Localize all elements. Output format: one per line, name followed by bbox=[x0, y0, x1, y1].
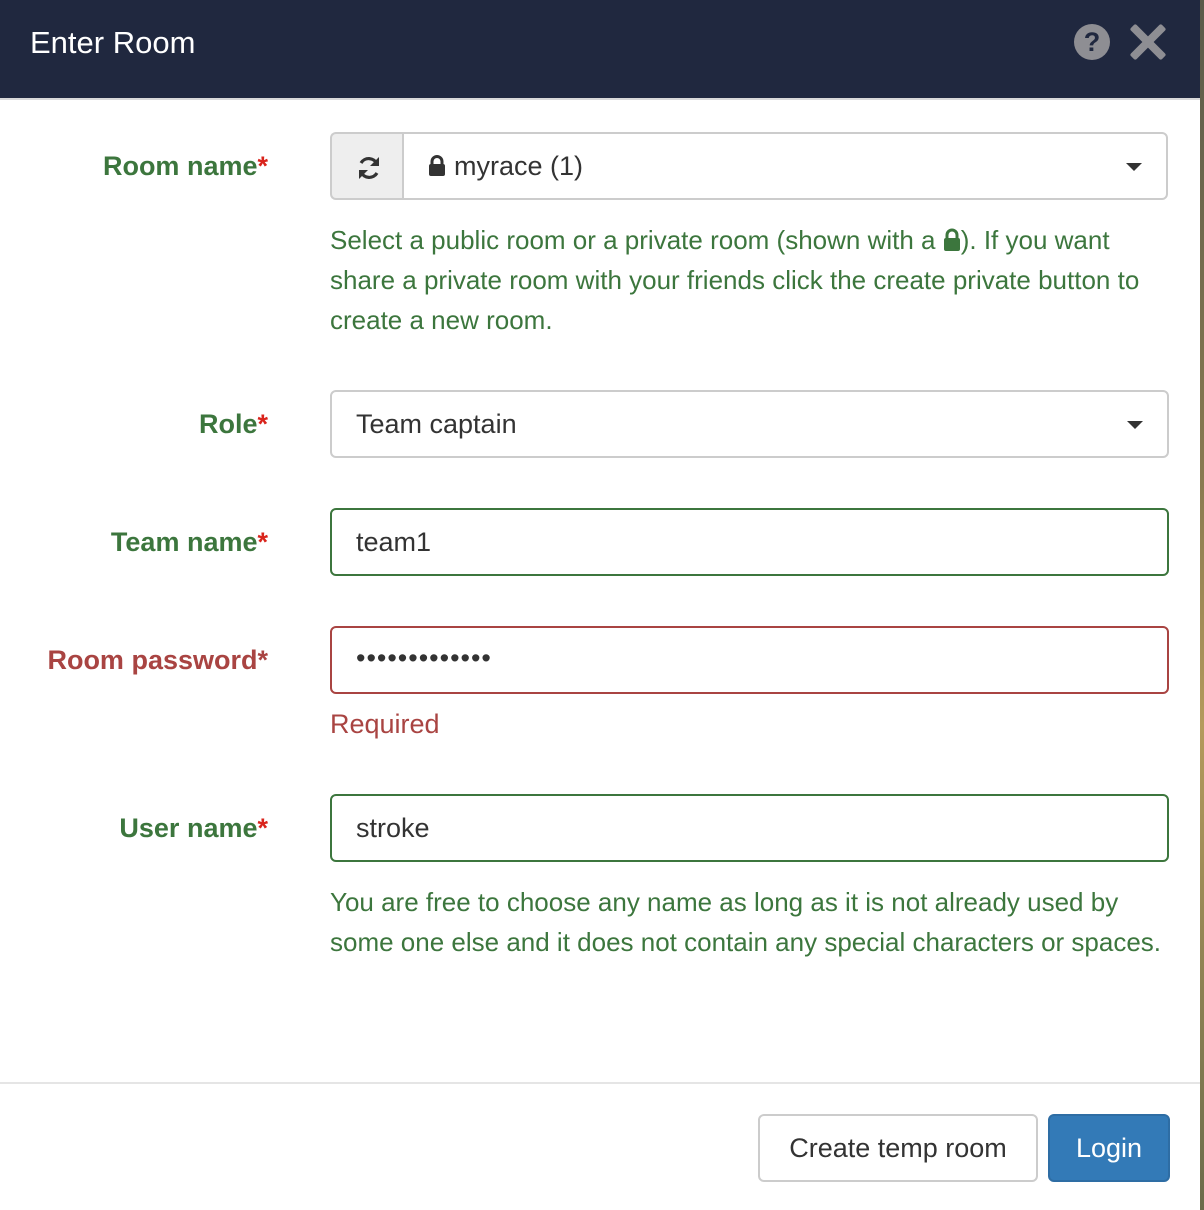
room-name-select[interactable]: myrace (1) bbox=[402, 132, 1168, 200]
user-name-input[interactable]: stroke bbox=[330, 794, 1169, 862]
lock-icon bbox=[943, 228, 960, 251]
user-name-value: stroke bbox=[356, 813, 430, 843]
room-password-error: Required bbox=[330, 709, 440, 739]
required-star: * bbox=[257, 527, 268, 557]
create-temp-room-button[interactable]: Create temp room bbox=[758, 1114, 1038, 1182]
user-name-label: User name* bbox=[119, 812, 268, 844]
lock-icon bbox=[429, 155, 445, 176]
room-name-input-group: myrace (1) bbox=[330, 132, 1168, 200]
enter-room-dialog: Enter Room ? Room name* myrace (1) Selec… bbox=[0, 0, 1200, 1210]
chevron-down-icon bbox=[1127, 421, 1143, 429]
user-name-help: You are free to choose any name as long … bbox=[330, 887, 1162, 957]
refresh-rooms-button[interactable] bbox=[330, 132, 404, 200]
chevron-down-icon bbox=[1126, 163, 1142, 171]
required-star: * bbox=[257, 409, 268, 439]
room-password-input[interactable]: ••••••••••••• bbox=[330, 626, 1169, 694]
role-selected: Team captain bbox=[356, 409, 517, 439]
role-label: Role* bbox=[199, 408, 268, 440]
dialog-header: Enter Room ? bbox=[0, 0, 1200, 100]
team-name-label-text: Team name bbox=[110, 527, 258, 557]
help-icon[interactable]: ? bbox=[1074, 24, 1110, 60]
login-button[interactable]: Login bbox=[1048, 1114, 1170, 1182]
required-star: * bbox=[257, 645, 268, 675]
team-name-label: Team name* bbox=[111, 526, 268, 558]
room-name-label-text: Room name bbox=[102, 151, 258, 181]
close-icon[interactable] bbox=[1128, 22, 1168, 62]
refresh-icon bbox=[359, 157, 379, 179]
role-select[interactable]: Team captain bbox=[330, 390, 1169, 458]
dialog-title: Enter Room bbox=[30, 25, 196, 60]
footer-divider bbox=[0, 1082, 1200, 1084]
room-name-label: Room name* bbox=[103, 150, 268, 182]
room-name-selected: myrace (1) bbox=[454, 151, 584, 181]
required-star: * bbox=[257, 813, 268, 843]
room-password-label: Room password* bbox=[47, 644, 268, 676]
required-star: * bbox=[257, 151, 268, 181]
room-name-help: Select a public room or a private room (… bbox=[330, 220, 1180, 340]
room-password-label-text: Room password bbox=[47, 645, 258, 675]
room-name-help-part1: Select a public room or a private room (… bbox=[330, 225, 943, 255]
team-name-input[interactable]: team1 bbox=[330, 508, 1169, 576]
team-name-value: team1 bbox=[356, 527, 432, 557]
user-name-label-text: User name bbox=[119, 813, 258, 843]
room-password-value: ••••••••••••• bbox=[356, 643, 492, 673]
background-edge bbox=[1200, 0, 1204, 1210]
role-label-text: Role bbox=[198, 409, 258, 439]
